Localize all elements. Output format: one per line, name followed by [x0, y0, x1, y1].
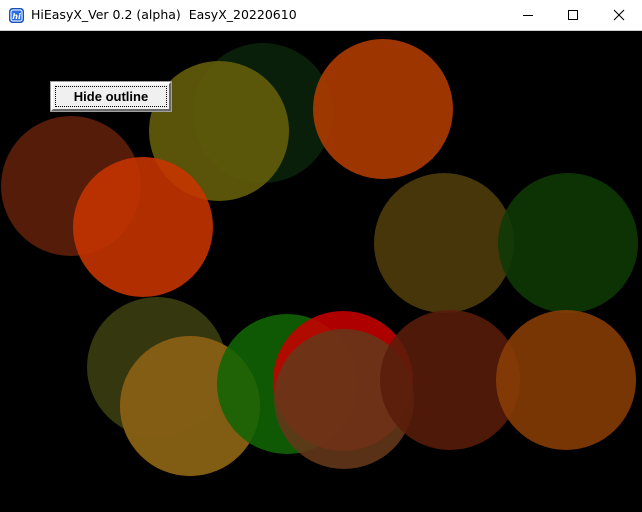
drawing-canvas[interactable]: Hide outline	[0, 31, 642, 512]
window-title: HiEasyX_Ver 0.2 (alpha) EasyX_20220610	[31, 7, 297, 22]
circle-5	[73, 157, 213, 297]
title-bar[interactable]: hi HiEasyX_Ver 0.2 (alpha) EasyX_2022061…	[0, 0, 642, 31]
circle-7	[498, 173, 638, 313]
hieasyx-hi-icon: hi	[9, 8, 24, 23]
circle-2	[313, 39, 453, 179]
minimize-icon	[523, 15, 533, 16]
maximize-icon	[568, 10, 578, 20]
maximize-button[interactable]	[550, 0, 596, 30]
close-icon	[613, 9, 625, 21]
circle-15	[496, 310, 636, 450]
svg-text:hi: hi	[12, 12, 21, 21]
close-button[interactable]	[596, 0, 642, 30]
circle-6	[374, 173, 514, 313]
minimize-button[interactable]	[505, 0, 551, 30]
hide-outline-button[interactable]: Hide outline	[50, 81, 172, 112]
hide-outline-label: Hide outline	[73, 89, 149, 104]
app-window: hi HiEasyX_Ver 0.2 (alpha) EasyX_2022061…	[0, 0, 642, 512]
